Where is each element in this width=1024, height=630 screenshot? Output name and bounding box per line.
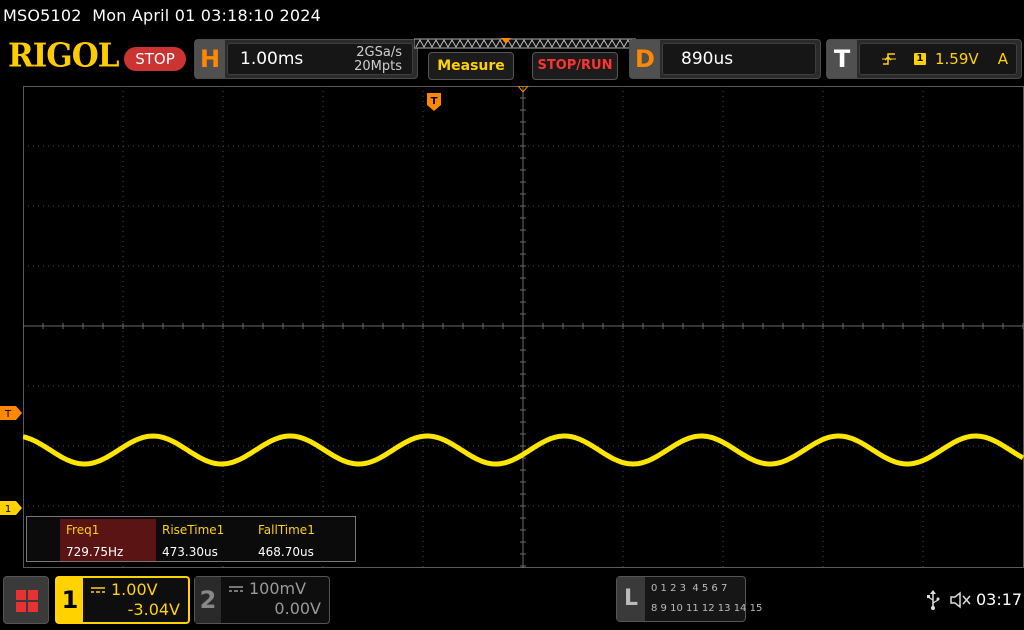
channel-1-scale: 1.00V	[111, 580, 158, 599]
horizontal-panel[interactable]: H 1.00ms 2GSa/s 20Mpts	[194, 39, 418, 79]
measurement-value: 473.30us	[162, 545, 218, 559]
measurement-freq[interactable]: Freq1 729.75Hz	[60, 519, 156, 561]
channel-2-box[interactable]: 2 100mV 0.00V	[194, 576, 330, 624]
trigger-key: T	[827, 40, 857, 78]
horizontal-key: H	[195, 40, 225, 78]
sample-rate: 2GSa/s	[356, 45, 402, 60]
memory-trigger-marker	[501, 38, 511, 44]
delay-value: 890us	[681, 49, 734, 69]
channel-1-number: 1	[57, 578, 83, 622]
measurement-value: 729.75Hz	[66, 545, 124, 559]
title-line: MSO5102 Mon April 01 03:18:10 2024	[0, 0, 1024, 36]
trigger-panel[interactable]: T 1 1.59V A	[826, 39, 1022, 79]
logic-analyzer-box[interactable]: L 0 1 2 3 4 5 6 7 8 9 10 11 12 13 14 15	[616, 576, 762, 622]
logic-analyzer-key: L	[617, 577, 645, 621]
dc-coupling-icon	[91, 587, 105, 593]
timebase-value: 1.00ms	[240, 49, 304, 69]
horizontal-well: 1.00ms 2GSa/s 20Mpts	[227, 43, 413, 75]
title-text: MSO5102 Mon April 01 03:18:10 2024	[3, 6, 322, 25]
main-menu-button[interactable]	[3, 576, 49, 624]
delay-well: 890us	[662, 43, 816, 75]
rigol-logo: RIGOL	[8, 37, 120, 75]
measurement-value: 468.70us	[258, 545, 314, 559]
ch1-ground-marker[interactable]: 1	[0, 501, 22, 515]
digital-channels-row-2: 8 9 10 11 12 13 14 15	[651, 603, 763, 614]
trigger-level-marker[interactable]: T	[0, 406, 22, 420]
run-state-badge[interactable]: STOP	[124, 47, 186, 71]
measurement-name: RiseTime1	[162, 523, 225, 537]
channel-1-offset: -3.04V	[127, 600, 180, 619]
dc-coupling-icon	[229, 586, 243, 592]
channel-2-number: 2	[195, 577, 221, 623]
digital-channels-row-1: 0 1 2 3 4 5 6 7	[651, 583, 728, 594]
menu-grid-icon	[16, 590, 38, 612]
measure-button[interactable]: Measure	[428, 52, 514, 80]
svg-text:T: T	[431, 96, 438, 107]
channel-2-offset: 0.00V	[274, 599, 321, 618]
trigger-well: 1 1.59V A	[859, 43, 1017, 75]
memory-depth: 20Mpts	[354, 59, 402, 74]
memory-position-bar	[414, 38, 636, 49]
speaker-muted-icon[interactable]	[950, 590, 972, 610]
bottom-status-bar: 1 1.00V -3.04V 2 100mV 0.00V L 0 1 2 3 4…	[0, 570, 1024, 630]
measurement-table[interactable]: Freq1 729.75Hz RiseTime1 473.30us FallTi…	[26, 516, 356, 562]
usb-icon	[927, 590, 940, 610]
measurement-falltime[interactable]: FallTime1 468.70us	[252, 519, 348, 561]
measurement-risetime[interactable]: RiseTime1 473.30us	[156, 519, 252, 561]
rising-edge-icon	[882, 53, 896, 65]
delay-panel[interactable]: D 890us	[629, 39, 821, 79]
stop-run-button[interactable]: STOP/RUN	[532, 52, 618, 80]
measurement-name: FallTime1	[258, 523, 315, 537]
channel-2-scale: 100mV	[249, 579, 307, 598]
trigger-source-badge: 1	[914, 53, 926, 65]
clock: 03:17	[976, 590, 1023, 609]
trigger-level: 1.59V	[935, 50, 979, 68]
delay-key: D	[630, 40, 660, 78]
trigger-position-icon: T	[427, 93, 441, 111]
svg-text:1: 1	[5, 504, 11, 515]
svg-text:T: T	[4, 409, 12, 420]
graticule	[23, 86, 1024, 568]
measurement-name: Freq1	[66, 523, 100, 537]
trigger-mode: A	[997, 50, 1008, 68]
channel-1-box[interactable]: 1 1.00V -3.04V	[55, 576, 190, 624]
waveform-screen[interactable]	[23, 86, 1024, 568]
